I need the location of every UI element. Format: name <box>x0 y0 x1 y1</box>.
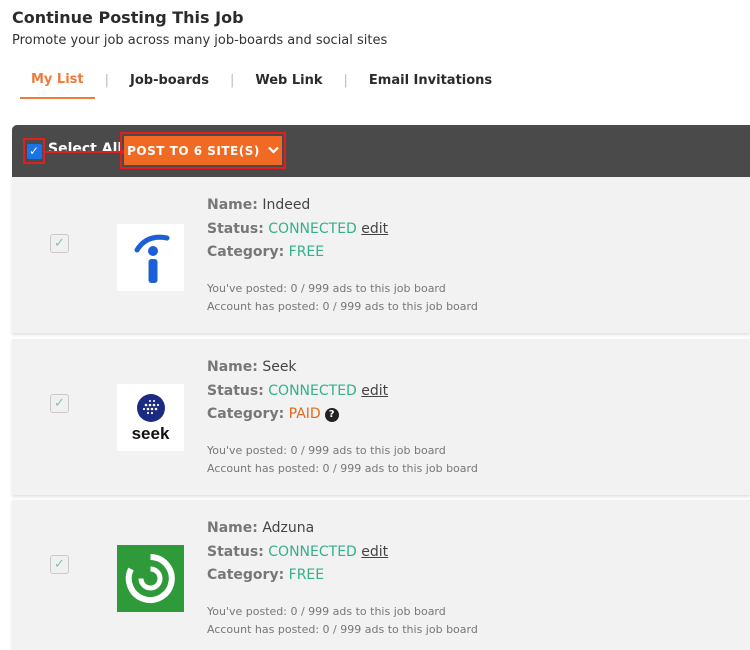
name-label: Name: <box>207 520 258 536</box>
page-header: Continue Posting This Job Promote your j… <box>12 8 387 48</box>
bulk-action-toolbar: ✓ Select All POST TO 6 SITE(S) <box>12 125 750 177</box>
account-posted-text: Account has posted: 0 / 999 ads to this … <box>207 299 478 313</box>
status-label: Status: <box>207 382 264 399</box>
adzuna-logo-icon <box>117 545 184 612</box>
edit-link[interactable]: edit <box>361 383 388 399</box>
status-value: CONNECTED <box>268 220 357 237</box>
page-title: Continue Posting This Job <box>12 8 244 27</box>
category-label: Category: <box>207 244 285 260</box>
tab-separator: | <box>229 73 235 88</box>
category-value: FREE <box>288 244 325 260</box>
job-board-card-indeed: ✓ Name: Indeed Status: CONNECTED edit Ca… <box>12 177 750 333</box>
category-value: PAID <box>288 406 321 422</box>
status-value: CONNECTED <box>268 543 357 560</box>
account-posted-text: Account has posted: 0 / 999 ads to this … <box>207 622 478 636</box>
help-question-icon[interactable]: ? <box>324 408 339 422</box>
select-all-checkbox-highlight: ✓ <box>23 138 45 164</box>
job-board-checkbox[interactable]: ✓ <box>50 555 69 574</box>
edit-link[interactable]: edit <box>361 544 388 560</box>
chevron-down-icon <box>268 144 279 157</box>
board-name: Indeed <box>262 197 311 213</box>
seek-logo-text: seek <box>131 423 170 443</box>
select-all-checkbox[interactable]: ✓ <box>26 143 42 159</box>
name-label: Name: <box>207 197 258 213</box>
status-value: CONNECTED <box>268 382 357 399</box>
job-board-info: Name: Adzuna Status: CONNECTED edit Cate… <box>207 520 478 639</box>
seek-logo-icon: seek <box>117 384 184 451</box>
status-label: Status: <box>207 543 264 560</box>
tab-separator: | <box>104 73 110 88</box>
tab-email-invitations[interactable]: Email Invitations <box>358 71 503 98</box>
edit-link[interactable]: edit <box>361 221 388 237</box>
indeed-logo-icon <box>117 224 184 291</box>
tab-job-boards[interactable]: Job-boards <box>119 71 220 98</box>
job-board-checkbox[interactable]: ✓ <box>50 394 69 413</box>
post-to-sites-button[interactable]: POST TO 6 SITE(S) <box>124 136 282 165</box>
job-board-card-adzuna: ✓ Name: Adzuna Status: CONNECTED edit Ca… <box>12 500 750 650</box>
job-board-card-seek: ✓ seek Name: Seek Status: CONNECTED edit… <box>12 339 750 495</box>
job-board-info: Name: Seek Status: CONNECTED edit Catego… <box>207 359 478 478</box>
category-value: FREE <box>288 567 325 583</box>
category-label: Category: <box>207 567 285 583</box>
status-label: Status: <box>207 220 264 237</box>
job-board-checkbox[interactable]: ✓ <box>50 234 69 253</box>
job-board-info: Name: Indeed Status: CONNECTED edit Cate… <box>207 197 478 316</box>
category-label: Category: <box>207 406 285 422</box>
tab-my-list[interactable]: My List <box>20 70 95 99</box>
account-posted-text: Account has posted: 0 / 999 ads to this … <box>207 461 478 475</box>
you-posted-text: You've posted: 0 / 999 ads to this job b… <box>207 604 446 618</box>
board-name: Seek <box>262 359 297 375</box>
page-subtitle: Promote your job across many job-boards … <box>12 33 388 48</box>
name-label: Name: <box>207 359 258 375</box>
tab-separator: | <box>343 73 348 88</box>
post-button-label: POST TO 6 SITE(S) <box>127 143 260 158</box>
board-name: Adzuna <box>262 520 315 536</box>
you-posted-text: You've posted: 0 / 999 ads to this job b… <box>207 281 446 295</box>
tab-web-link[interactable]: Web Link <box>244 71 333 98</box>
you-posted-text: You've posted: 0 / 999 ads to this job b… <box>207 443 446 457</box>
tab-bar: My List | Job-boards | Web Link | Email … <box>20 70 503 99</box>
